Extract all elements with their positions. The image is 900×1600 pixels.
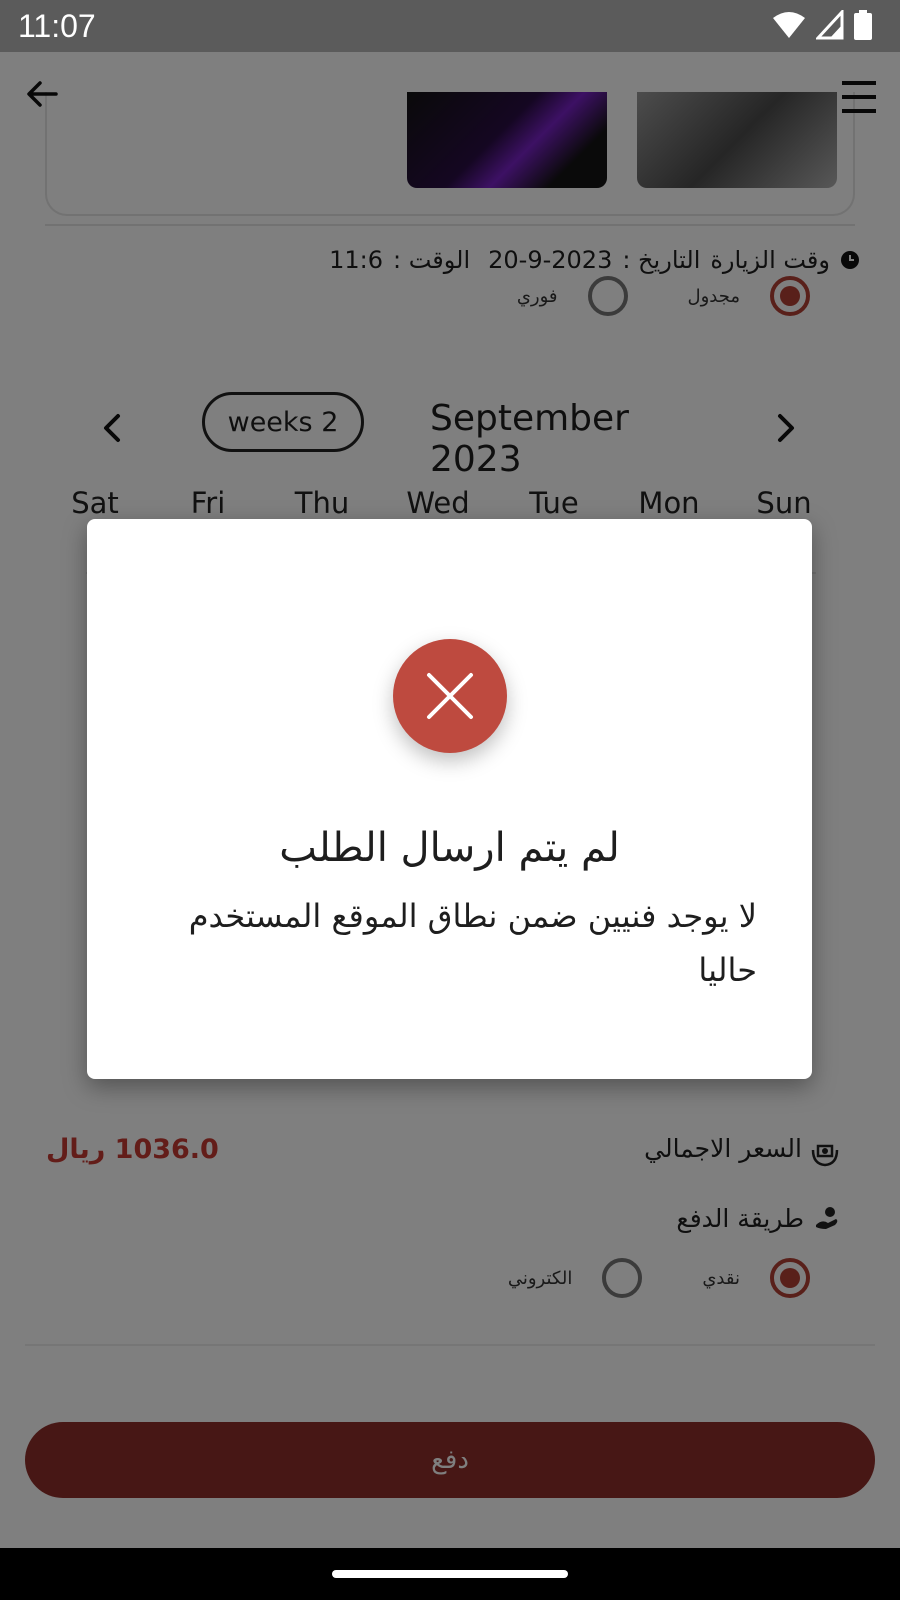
error-dialog: لم يتم ارسال الطلب لا يوجد فنيين ضمن نطا… <box>87 519 812 1079</box>
error-x-icon <box>427 673 473 719</box>
status-bar: 11:07 <box>0 0 900 52</box>
signal-icon <box>816 10 844 40</box>
status-icons <box>772 10 872 40</box>
home-indicator[interactable] <box>332 1570 568 1578</box>
error-icon-circle <box>393 639 507 753</box>
dialog-message: لا يوجد فنيين ضمن نطاق الموقع المستخدم ح… <box>188 897 757 989</box>
wifi-icon <box>773 12 805 38</box>
status-time: 11:07 <box>18 8 96 44</box>
system-nav-bar <box>0 1548 900 1600</box>
dialog-title: لم يتم ارسال الطلب <box>279 825 620 871</box>
battery-icon <box>854 10 872 40</box>
